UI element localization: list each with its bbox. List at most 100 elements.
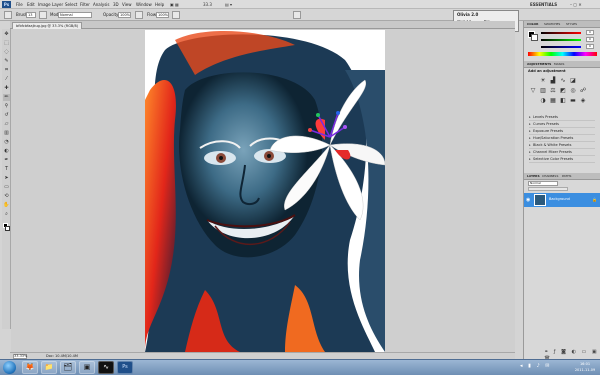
tablet-pressure-icon[interactable] (293, 11, 301, 19)
view-extras-icon[interactable]: ▤ ▾ (225, 0, 232, 9)
brush-tool-icon[interactable]: ✏ (3, 94, 10, 101)
tab-paths[interactable]: PATHS (562, 173, 571, 179)
color-bg-swatch[interactable] (531, 34, 538, 41)
tab-adjustments[interactable]: ADJUSTMENTS (527, 61, 551, 67)
channel-mixer-icon[interactable]: ☍ (579, 87, 587, 95)
curves-icon[interactable]: ∿ (559, 77, 567, 85)
history-brush-tool-icon[interactable]: ↺ (3, 112, 10, 119)
brush-size-picker[interactable]: 13 (26, 12, 36, 18)
green-value[interactable]: 0 (586, 37, 594, 42)
menu-view[interactable]: View (122, 0, 132, 9)
airbrush-icon[interactable] (172, 11, 180, 19)
preset-hue-saturation[interactable]: ▸ Hue/Saturation Presets (529, 135, 595, 142)
blur-tool-icon[interactable]: ◔ (3, 139, 10, 146)
posterize-icon[interactable]: ▦ (549, 97, 557, 105)
tab-styles[interactable]: STYLES (566, 21, 577, 27)
pen-tool-icon[interactable]: ✒ (3, 157, 10, 164)
menu-layer[interactable]: Layer (52, 0, 63, 9)
menu-window[interactable]: Window (136, 0, 152, 9)
path-select-tool-icon[interactable]: ➤ (3, 175, 10, 182)
menu-help[interactable]: Help (155, 0, 164, 9)
explorer-icon[interactable]: 📁 (41, 361, 57, 374)
mode-select[interactable]: Normal (58, 12, 92, 18)
preset-channel-mixer[interactable]: ▸ Channel Mixer Presets (529, 149, 595, 156)
red-value[interactable]: 0 (586, 30, 594, 35)
menu-select[interactable]: Select (65, 0, 77, 9)
invert-icon[interactable]: ◑ (539, 97, 547, 105)
black-white-icon[interactable]: ◩ (559, 87, 567, 95)
tool-preset-picker[interactable] (4, 11, 12, 19)
layer-actions-bar[interactable]: ⚭ ƒ ◙ ◐ ▭ ▣ 🗑 (544, 349, 599, 362)
start-button[interactable] (3, 361, 16, 374)
brightness-icon[interactable]: ☀ (539, 77, 547, 85)
vibrance-icon[interactable]: ▽ (529, 87, 537, 95)
menu-analysis[interactable]: Analysis (93, 0, 109, 9)
menu-edit[interactable]: Edit (27, 0, 35, 9)
blend-mode-select[interactable]: Normal (528, 181, 558, 186)
healing-brush-tool-icon[interactable]: ✚ (3, 85, 10, 92)
pressure-opacity-icon[interactable] (135, 11, 143, 19)
red-slider[interactable] (541, 32, 581, 34)
type-tool-icon[interactable]: T (3, 166, 10, 173)
zoom-tool-icon[interactable]: ⌕ (3, 211, 10, 218)
blue-slider[interactable] (541, 46, 581, 48)
threshold-icon[interactable]: ◧ (559, 97, 567, 105)
gradient-map-icon[interactable]: ▬ (569, 97, 577, 105)
levels-icon[interactable]: ▟ (549, 77, 557, 85)
menu-3d[interactable]: 3D (113, 0, 119, 9)
preset-levels[interactable]: ▸ Levels Presets (529, 114, 595, 121)
eyedropper-tool-icon[interactable]: ⁄ (3, 76, 10, 83)
tab-swatches[interactable]: SWATCHES (544, 21, 560, 27)
eye-icon[interactable]: ◉ (526, 197, 530, 203)
app-icon[interactable]: ▣ (79, 361, 95, 374)
layer-name[interactable]: Background (549, 197, 570, 201)
photo-filter-icon[interactable]: ◎ (569, 87, 577, 95)
marquee-tool-icon[interactable]: ⬚ (3, 40, 10, 47)
tab-masks[interactable]: MASKS (554, 61, 564, 67)
workspace-switcher[interactable]: ESSENTIALS (530, 0, 557, 9)
selective-color-icon[interactable]: ◈ (579, 97, 587, 105)
eraser-tool-icon[interactable]: ▱ (3, 121, 10, 128)
background-color-swatch[interactable] (5, 226, 10, 231)
green-slider[interactable] (541, 39, 581, 41)
color-balance-icon[interactable]: ⚖ (549, 87, 557, 95)
bridge-icon[interactable]: ▣ ▦ (170, 0, 179, 9)
tab-layers[interactable]: LAYERS (527, 173, 540, 179)
3d-rotate-tool-icon[interactable]: ⟲ (3, 193, 10, 200)
document-canvas[interactable] (145, 30, 385, 352)
move-tool-icon[interactable]: ✥ (3, 31, 10, 38)
gradient-tool-icon[interactable]: ▥ (3, 130, 10, 137)
window-controls[interactable]: – ▢ ✕ (570, 0, 582, 9)
exposure-icon[interactable]: ◪ (569, 77, 577, 85)
system-tray-icons[interactable]: ◂ ▮ ♪ ✉ (520, 363, 551, 369)
wacom-icon[interactable]: ∿ (98, 361, 114, 374)
dodge-tool-icon[interactable]: ◐ (3, 148, 10, 155)
color-spectrum-bar[interactable] (528, 52, 597, 56)
taskbar-clock[interactable]: 16:01 2011-11-09 (571, 361, 599, 374)
menu-image[interactable]: Image (38, 0, 51, 9)
photoshop-taskbar-icon[interactable]: Ps (117, 361, 133, 374)
zoom-level[interactable]: 33.3 (203, 0, 212, 9)
shape-tool-icon[interactable]: ▭ (3, 184, 10, 191)
preset-black-white[interactable]: ▸ Black & White Presets (529, 142, 595, 149)
brush-panel-toggle[interactable] (39, 11, 47, 19)
preset-curves[interactable]: ▸ Curves Presets (529, 121, 595, 128)
quick-select-tool-icon[interactable]: ✎ (3, 58, 10, 65)
tab-color[interactable]: COLOR (527, 21, 538, 27)
hue-saturation-icon[interactable]: ▥ (539, 87, 547, 95)
firefox-icon[interactable]: 🦊 (22, 361, 38, 374)
layer-row-background[interactable]: ◉ Background 🔒 (524, 193, 600, 207)
flow-input[interactable]: 100% (156, 12, 169, 18)
menu-file[interactable]: File (16, 0, 23, 9)
crop-tool-icon[interactable]: ⌗ (3, 67, 10, 74)
preset-exposure[interactable]: ▸ Exposure Presets (529, 128, 595, 135)
clone-stamp-tool-icon[interactable]: ⚲ (3, 103, 10, 110)
folder-icon[interactable]: 🗂 (60, 361, 76, 374)
preset-selective-color[interactable]: ▸ Selective Color Presets (529, 156, 595, 163)
lock-options[interactable] (528, 187, 568, 191)
lasso-tool-icon[interactable]: ◌ (3, 49, 10, 56)
blue-value[interactable]: 0 (586, 44, 594, 49)
tab-channels[interactable]: CHANNELS (542, 173, 558, 179)
menu-filter[interactable]: Filter (80, 0, 90, 9)
opacity-input[interactable]: 100% (118, 12, 131, 18)
